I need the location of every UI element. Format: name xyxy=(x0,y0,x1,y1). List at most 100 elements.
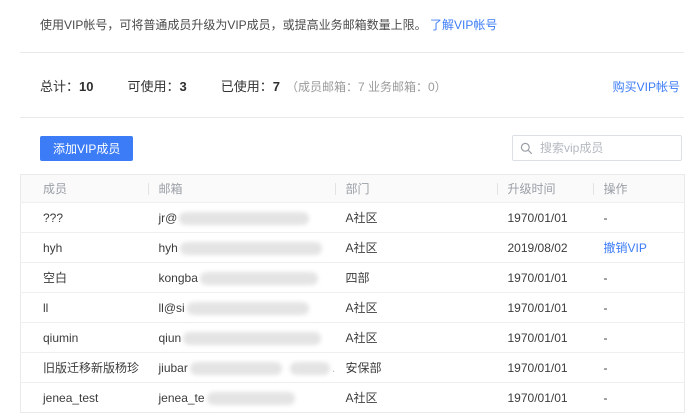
department-name: A社区 xyxy=(346,331,378,345)
member-name: hyh xyxy=(43,241,62,255)
header-email: 邮箱 xyxy=(149,175,336,203)
table-toolbar: 添加VIP成员 xyxy=(20,135,684,161)
stat-available: 可使用：3 xyxy=(127,76,186,95)
table-row: ll ll@siA社区 1970/01/01 - xyxy=(21,293,685,323)
stat-used-detail: （成员邮箱：7 业务邮箱：0） xyxy=(286,78,447,95)
email-ellipsis: ... xyxy=(332,361,336,375)
department-cell: A社区 xyxy=(336,203,498,233)
department-cell: A社区 xyxy=(336,383,498,413)
department-cell: A社区 xyxy=(336,323,498,353)
upgrade-time: 2019/08/02 xyxy=(508,241,568,255)
learn-vip-link[interactable]: 了解VIP帐号 xyxy=(430,18,497,32)
redacted-email-segment xyxy=(200,272,318,285)
redacted-email-segment xyxy=(290,362,330,375)
buy-vip-link[interactable]: 购买VIP帐号 xyxy=(613,78,680,95)
email-prefix: kongba xyxy=(159,271,198,285)
email-cell: jenea_te xyxy=(149,383,336,413)
member-cell: 旧版迁移新版杨珍 xyxy=(21,353,149,383)
upgrade-time-cell: 1970/01/01 xyxy=(498,263,594,293)
action-placeholder: - xyxy=(604,301,608,315)
department-cell: 四部 xyxy=(336,263,498,293)
upgrade-time: 1970/01/01 xyxy=(508,331,568,345)
stat-used: 已使用：7 xyxy=(221,76,280,95)
action-cell: - xyxy=(594,203,685,233)
revoke-vip-link[interactable]: 撤销VIP xyxy=(604,241,647,255)
vip-table-body: ???jr@A社区1970/01/01-hyhhyhA社区2019/08/02撤… xyxy=(21,203,685,413)
email-cell: jr@ xyxy=(149,203,336,233)
member-cell: jenea_test xyxy=(21,383,149,413)
department-name: A社区 xyxy=(346,211,378,225)
vip-description: 使用VIP帐号，可将普通成员升级为VIP成员，或提高业务邮箱数量上限。 xyxy=(40,18,427,32)
email-cell: hyh xyxy=(149,233,336,263)
redacted-email-segment xyxy=(207,392,295,405)
stat-available-label: 可使用： xyxy=(127,79,179,94)
table-row: 旧版迁移新版杨珍 jiubar...安保部1970/01/01- xyxy=(21,353,685,383)
upgrade-time: 1970/01/01 xyxy=(508,301,568,315)
upgrade-time-cell: 1970/01/01 xyxy=(498,203,594,233)
email-prefix: jenea_te xyxy=(159,391,205,405)
vip-account-page: 使用VIP帐号，可将普通成员升级为VIP成员，或提高业务邮箱数量上限。 了解VI… xyxy=(20,0,684,413)
action-cell: - xyxy=(594,383,685,413)
department-name: 四部 xyxy=(346,271,370,285)
department-cell: A社区 xyxy=(336,293,498,323)
quota-stats-row: 总计：10 可使用：3 已使用：7 （成员邮箱：7 业务邮箱：0） 购买VIP帐… xyxy=(20,53,684,117)
stat-used-value: 7 xyxy=(273,79,280,94)
email-cell: jiubar... xyxy=(149,353,336,383)
email-prefix: jr@ xyxy=(159,211,178,225)
table-header-row: 成员 邮箱 部门 升级时间 操作 xyxy=(21,175,685,203)
department-cell: A社区 xyxy=(336,233,498,263)
divider xyxy=(20,117,684,118)
member-name: ll xyxy=(43,301,48,315)
member-cell: 空白 xyxy=(21,263,149,293)
member-cell: ??? xyxy=(21,203,149,233)
member-cell: ll xyxy=(21,293,149,323)
member-cell: qiumin xyxy=(21,323,149,353)
upgrade-time: 1970/01/01 xyxy=(508,211,568,225)
vip-members-table: 成员 邮箱 部门 升级时间 操作 ???jr@A社区1970/01/01-hyh… xyxy=(20,174,685,413)
search-input[interactable] xyxy=(512,135,682,161)
email-prefix: jiubar xyxy=(159,361,188,375)
department-name: A社区 xyxy=(346,391,378,405)
table-row: hyh hyh A社区 2019/08/02 撤销VIP xyxy=(21,233,685,263)
search-icon xyxy=(520,142,533,155)
upgrade-time: 1970/01/01 xyxy=(508,271,568,285)
stat-total-label: 总计： xyxy=(40,79,79,94)
table-row: qiumin qiun A社区 1970/01/01 - xyxy=(21,323,685,353)
header-member: 成员 xyxy=(21,175,149,203)
action-cell: - xyxy=(594,263,685,293)
email-prefix: qiun xyxy=(159,331,182,345)
department-name: A社区 xyxy=(346,241,378,255)
upgrade-time-cell: 1970/01/01 xyxy=(498,323,594,353)
redacted-email-segment xyxy=(183,332,321,345)
upgrade-time-cell: 1970/01/01 xyxy=(498,353,594,383)
redacted-email-segment xyxy=(179,212,309,225)
vip-description-row: 使用VIP帐号，可将普通成员升级为VIP成员，或提高业务邮箱数量上限。 了解VI… xyxy=(20,0,684,52)
table-row: 空白 kongba 四部 1970/01/01 - xyxy=(21,263,685,293)
redacted-email-segment xyxy=(180,242,322,255)
member-name: 旧版迁移新版杨珍 xyxy=(43,361,139,375)
upgrade-time-cell: 1970/01/01 xyxy=(498,383,594,413)
header-action: 操作 xyxy=(594,175,685,203)
table-row: ??? jr@ A社区 1970/01/01 - xyxy=(21,203,685,233)
action-cell: - xyxy=(594,323,685,353)
action-placeholder: - xyxy=(604,211,608,225)
email-cell: ll@si xyxy=(149,293,336,323)
action-placeholder: - xyxy=(604,331,608,345)
member-name: ??? xyxy=(43,211,63,225)
email-prefix: hyh xyxy=(159,241,178,255)
header-department: 部门 xyxy=(336,175,498,203)
member-cell: hyh xyxy=(21,233,149,263)
action-cell: - xyxy=(594,293,685,323)
action-placeholder: - xyxy=(604,271,608,285)
email-cell: kongba xyxy=(149,263,336,293)
action-cell: - xyxy=(594,353,685,383)
add-vip-member-button[interactable]: 添加VIP成员 xyxy=(40,136,133,161)
action-placeholder: - xyxy=(604,391,608,405)
department-cell: 安保部 xyxy=(336,353,498,383)
member-name: 空白 xyxy=(43,271,67,285)
stat-available-value: 3 xyxy=(180,79,187,94)
redacted-email-segment xyxy=(190,362,282,375)
table-row: jenea_test jenea_te A社区 1970/01/01- xyxy=(21,383,685,413)
upgrade-time-cell: 1970/01/01 xyxy=(498,293,594,323)
email-cell: qiun xyxy=(149,323,336,353)
